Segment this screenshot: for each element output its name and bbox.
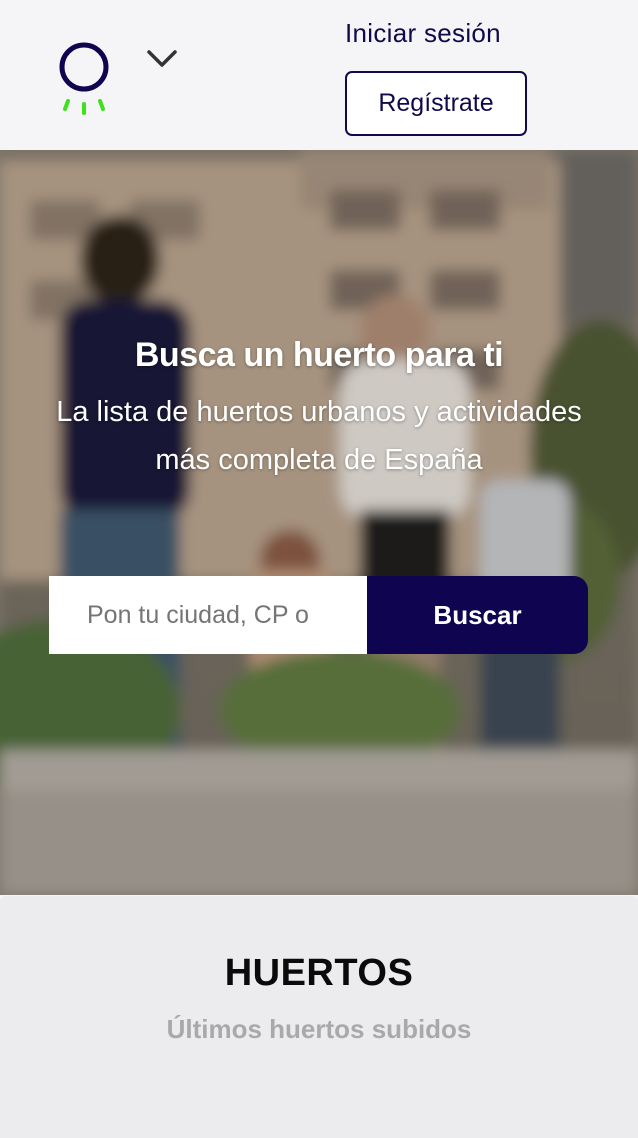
section-subtitle: Últimos huertos subidos	[166, 1014, 472, 1044]
section-title: HUERTOS	[224, 952, 414, 994]
search-button[interactable]: Buscar	[367, 576, 588, 654]
hero-overlay	[0, 150, 638, 895]
hero-title: Busca un huerto para ti	[134, 336, 504, 374]
chevron-down-icon[interactable]	[144, 44, 180, 74]
lightbulb-logo-icon[interactable]	[52, 40, 118, 120]
hero-subtitle-line-1: La lista de huertos urbanos y actividade…	[56, 396, 582, 428]
login-link[interactable]: Iniciar sesión	[345, 18, 501, 49]
location-search-input[interactable]	[49, 576, 368, 654]
huertos-section: HUERTOS Últimos huertos subidos	[0, 896, 638, 1138]
top-header: Iniciar sesión Regístrate	[0, 0, 638, 150]
register-button[interactable]: Regístrate	[345, 71, 527, 136]
hero-subtitle: La lista de huertos urbanos y actividade…	[0, 388, 638, 484]
hero-subtitle-line-2: más completa de España	[155, 444, 483, 476]
hero-section: Busca un huerto para ti La lista de huer…	[0, 150, 638, 895]
